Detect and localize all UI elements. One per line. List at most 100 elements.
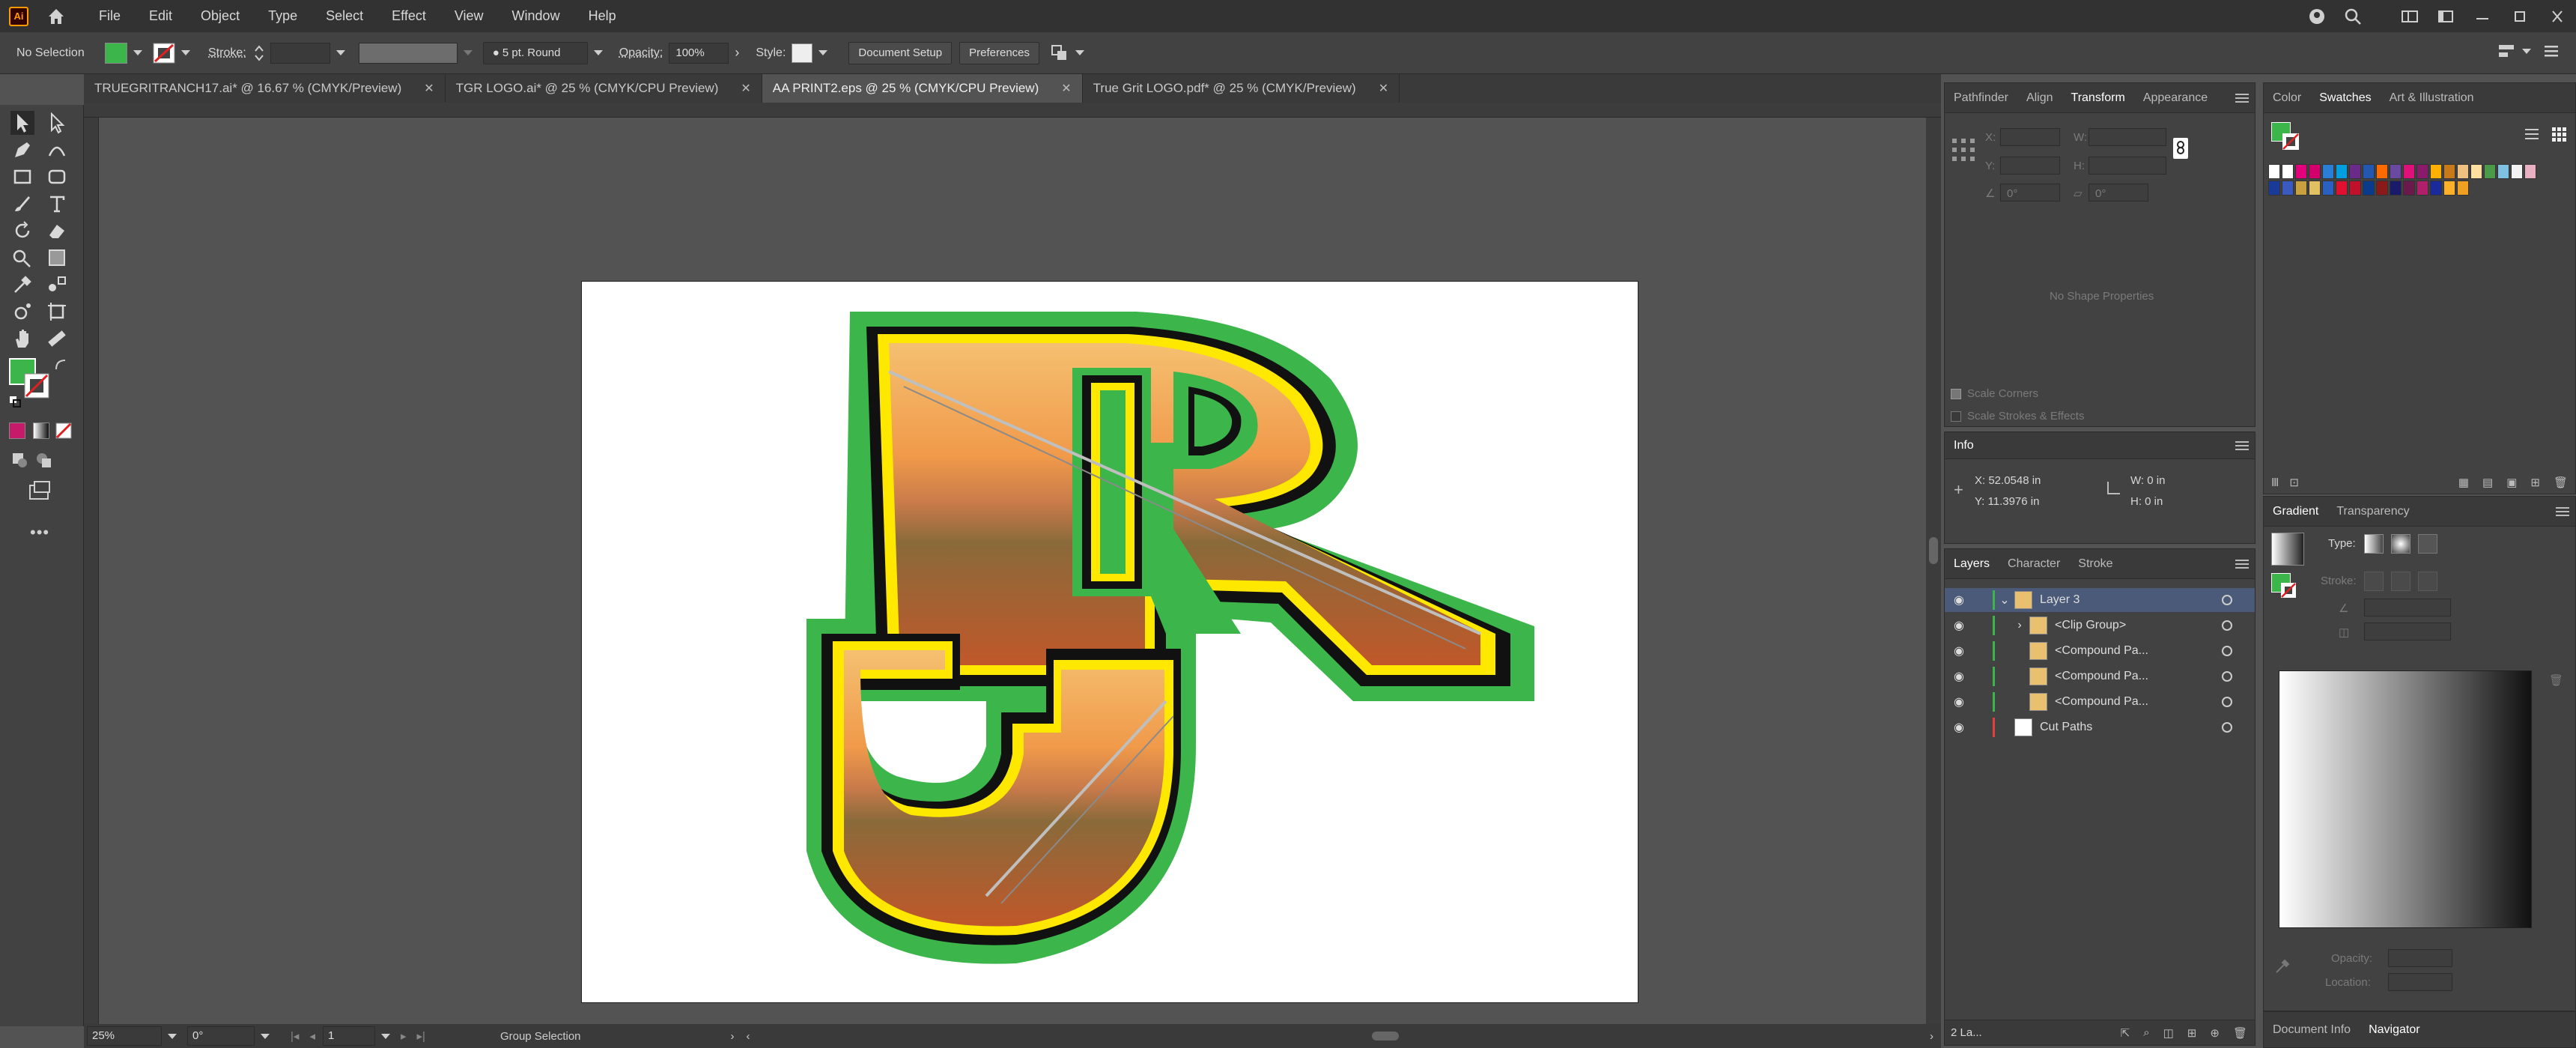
panel-tab-appearance[interactable]: Appearance: [2143, 91, 2208, 105]
stroke-label[interactable]: Stroke:: [208, 46, 246, 60]
zoom-field[interactable]: 25%: [87, 1026, 162, 1046]
vertical-ruler[interactable]: [84, 118, 99, 1024]
target-circle-icon[interactable]: [2222, 722, 2232, 733]
swatch-chip[interactable]: [2511, 164, 2523, 179]
target-circle-icon[interactable]: [2222, 595, 2232, 605]
menu-select[interactable]: Select: [326, 8, 363, 24]
menu-help[interactable]: Help: [589, 8, 616, 24]
shape-tool-icon[interactable]: [45, 165, 69, 189]
stroke-across-icon[interactable]: [2418, 572, 2437, 591]
align-panel-icon[interactable]: [2497, 41, 2516, 61]
rotate-field[interactable]: 0°: [2000, 184, 2060, 202]
align-dropdown-icon[interactable]: [2522, 48, 2531, 54]
target-circle-icon[interactable]: [2222, 620, 2232, 631]
selection-tool-icon[interactable]: [10, 111, 34, 135]
layer-row[interactable]: ◉ › <Clip Group>: [1945, 614, 2255, 637]
clipping-mask-icon[interactable]: ◫: [2163, 1026, 2174, 1040]
rotation-field[interactable]: 0°: [187, 1026, 255, 1046]
fill-stroke-control[interactable]: [9, 358, 49, 399]
swatch-chip[interactable]: [2416, 181, 2428, 196]
artboard[interactable]: [581, 281, 1638, 1003]
document-tab[interactable]: True Grit LOGO.pdf* @ 25 % (CMYK/Preview…: [1083, 74, 1400, 103]
panel-tab-document-info[interactable]: Document Info: [2273, 1023, 2351, 1037]
swatch-chip[interactable]: [2268, 164, 2280, 179]
layer-row[interactable]: ◉ <Compound Pa...: [1945, 639, 2255, 663]
visibility-eye-icon[interactable]: ◉: [1954, 593, 1970, 608]
swatch-chip[interactable]: [2295, 181, 2307, 196]
swatch-kind-icon[interactable]: ⊡: [2289, 476, 2299, 489]
opacity-expand-icon[interactable]: ›: [735, 45, 739, 61]
menu-file[interactable]: File: [99, 8, 121, 24]
eyedropper-tool-icon[interactable]: [10, 273, 34, 297]
layer-name[interactable]: <Compound Pa...: [2055, 670, 2148, 683]
swatch-chip[interactable]: [2376, 181, 2388, 196]
gradient-eyedropper-icon[interactable]: [2274, 958, 2291, 975]
swatch-chip[interactable]: [2336, 181, 2348, 196]
swatch-chip[interactable]: [2322, 181, 2334, 196]
scale-strokes-checkbox[interactable]: [1951, 411, 1961, 422]
layer-row[interactable]: ◉ <Compound Pa...: [1945, 664, 2255, 688]
close-window-icon[interactable]: [2549, 10, 2566, 23]
arrange-icon[interactable]: [1050, 43, 1069, 63]
swatch-chip[interactable]: [2309, 164, 2321, 179]
stroke-weight-stepper-icon[interactable]: [252, 43, 266, 64]
transform-y-field[interactable]: [2000, 157, 2060, 175]
rectangle-tool-icon[interactable]: [10, 165, 34, 189]
hand-tool-icon[interactable]: [10, 327, 34, 351]
export-layers-icon[interactable]: ⇱: [2121, 1026, 2130, 1040]
color-mode-icon[interactable]: [9, 422, 25, 439]
gradient-slider-preview[interactable]: [2279, 670, 2532, 928]
panel-tab-character[interactable]: Character: [2008, 557, 2060, 571]
stroke-within-icon[interactable]: [2364, 572, 2384, 591]
swatch-chip[interactable]: [2282, 181, 2294, 196]
swatch-chip[interactable]: [2336, 164, 2348, 179]
layer-name[interactable]: <Compound Pa...: [2055, 695, 2148, 709]
info-panel-menu-icon[interactable]: [2235, 440, 2249, 452]
locate-object-icon[interactable]: ⌕: [2143, 1026, 2149, 1040]
type-tool-icon[interactable]: [45, 192, 69, 216]
vertical-scrollbar[interactable]: [1926, 118, 1941, 1024]
ruler-tool-icon[interactable]: [45, 327, 69, 351]
panel-tab-transparency[interactable]: Transparency: [2336, 505, 2409, 518]
swatch-chip[interactable]: [2524, 164, 2536, 179]
linear-gradient-icon[interactable]: [2364, 534, 2384, 554]
swatch-chip[interactable]: [2430, 181, 2442, 196]
document-tab[interactable]: TGR LOGO.ai* @ 25 % (CMYK/CPU Preview) ✕: [446, 74, 762, 103]
freeform-gradient-icon[interactable]: [2418, 534, 2437, 554]
menu-type[interactable]: Type: [268, 8, 297, 24]
layer-row[interactable]: ◉ Cut Paths: [1945, 715, 2255, 739]
artboard-dropdown-icon[interactable]: [380, 1033, 390, 1039]
scroll-right-icon[interactable]: ›: [1930, 1030, 1933, 1043]
new-layer-icon[interactable]: ⊕: [2210, 1026, 2220, 1040]
horizontal-scroll-thumb[interactable]: [1371, 1032, 1399, 1041]
artboard-tool-icon[interactable]: [45, 300, 69, 324]
scale-corners-option[interactable]: Scale Corners: [1951, 387, 2038, 400]
swatch-chip[interactable]: [2268, 181, 2280, 196]
brush-dropdown-icon[interactable]: [593, 50, 603, 55]
aspect-ratio-field[interactable]: [2364, 623, 2451, 640]
transform-panel-menu-icon[interactable]: [2235, 92, 2249, 104]
next-artboard-icon[interactable]: ▸: [401, 1029, 407, 1043]
menu-edit[interactable]: Edit: [149, 8, 172, 24]
panel-tab-color[interactable]: Color: [2273, 91, 2301, 105]
reference-point-icon[interactable]: [1951, 137, 1976, 163]
panel-tab-pathfinder[interactable]: Pathfinder: [1954, 91, 2008, 105]
artboard-field[interactable]: 1: [322, 1026, 375, 1046]
menu-view[interactable]: View: [455, 8, 484, 24]
stroke-dropdown-icon[interactable]: [181, 50, 190, 55]
delete-layer-icon[interactable]: 🗑: [2233, 1026, 2247, 1040]
swatch-chip[interactable]: [2484, 164, 2496, 179]
visibility-eye-icon[interactable]: ◉: [1954, 694, 1970, 709]
list-view-icon[interactable]: [2523, 125, 2541, 143]
gradient-stroke-box-icon[interactable]: [2280, 582, 2297, 599]
swatch-chip[interactable]: [2497, 164, 2509, 179]
swatch-chip[interactable]: [2430, 164, 2442, 179]
tgr-logo-artwork[interactable]: [582, 282, 1639, 1004]
variable-width-profile[interactable]: [358, 42, 458, 64]
first-artboard-icon[interactable]: |◂: [291, 1029, 299, 1043]
rotation-dropdown-icon[interactable]: [261, 1033, 270, 1039]
swatch-chip[interactable]: [2376, 164, 2388, 179]
restore-icon[interactable]: [2512, 10, 2528, 23]
vertical-scroll-thumb[interactable]: [1929, 537, 1938, 564]
graphic-style-swatch[interactable]: [792, 43, 813, 63]
